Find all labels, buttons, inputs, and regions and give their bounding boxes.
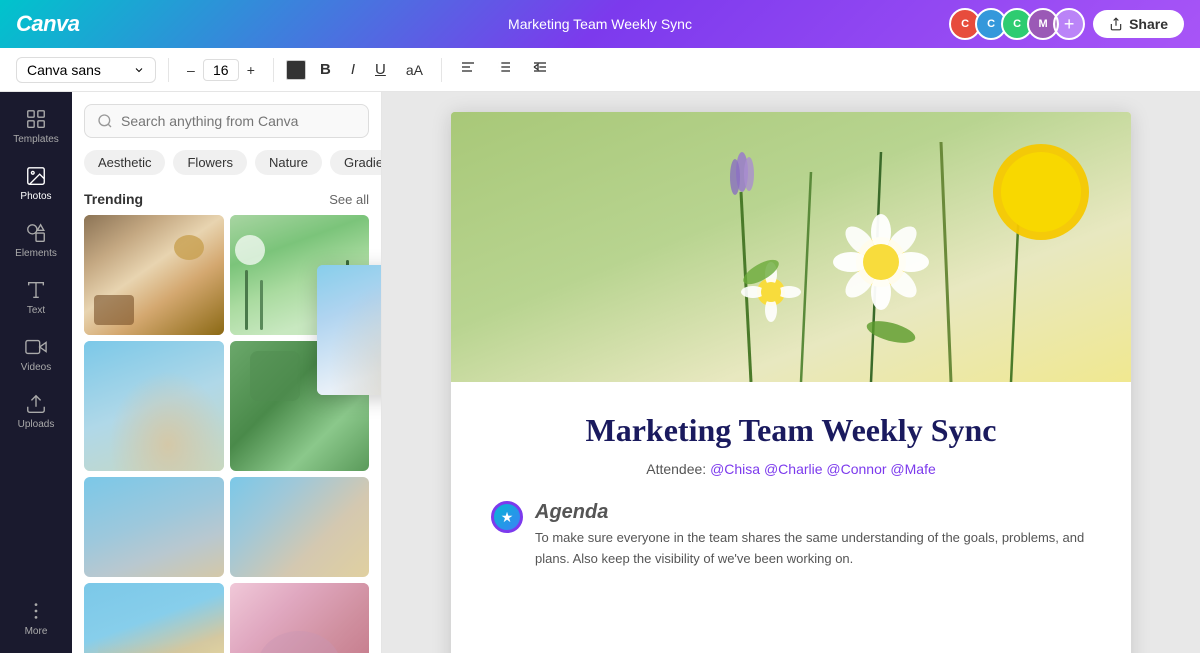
photo-yoga[interactable] bbox=[230, 583, 370, 653]
sidebar-item-photos[interactable]: Photos bbox=[4, 157, 68, 210]
chevron-down-icon bbox=[133, 64, 145, 76]
photos-panel: Aesthetic Flowers Nature Gradients › Tre… bbox=[72, 92, 382, 653]
agenda-icon: ★ bbox=[491, 501, 523, 533]
sidebar-label-uploads: Uploads bbox=[18, 419, 55, 430]
font-size-increase-button[interactable]: + bbox=[241, 58, 261, 82]
list-button[interactable] bbox=[490, 55, 518, 84]
italic-button[interactable]: I bbox=[345, 57, 361, 82]
sidebar-label-text: Text bbox=[27, 305, 45, 316]
slide-header-image bbox=[451, 112, 1131, 382]
list-icon bbox=[496, 59, 512, 75]
see-all-button[interactable]: See all bbox=[329, 192, 369, 207]
sidebar-item-templates[interactable]: Templates bbox=[4, 100, 68, 153]
share-button[interactable]: Share bbox=[1093, 10, 1184, 38]
dots-icon bbox=[25, 600, 47, 622]
floating-image-preview: Mafe bbox=[317, 265, 381, 395]
agenda-section: ★ Agenda To make sure everyone in the te… bbox=[491, 501, 1091, 570]
text-icon bbox=[25, 279, 47, 301]
attendee-label: Attendee: bbox=[646, 461, 706, 477]
divider-3 bbox=[441, 58, 442, 82]
photo-pampas[interactable] bbox=[84, 583, 224, 653]
video-icon bbox=[25, 336, 47, 358]
flower-svg bbox=[451, 112, 1131, 382]
sidebar-item-text[interactable]: Text bbox=[4, 271, 68, 324]
format-toolbar: Canva sans – + B I U aA bbox=[0, 48, 1200, 92]
filter-gradients[interactable]: Gradients bbox=[330, 150, 381, 175]
font-size-group: – + bbox=[181, 58, 261, 82]
divider-1 bbox=[168, 58, 169, 82]
sidebar-item-uploads[interactable]: Uploads bbox=[4, 385, 68, 438]
font-selector[interactable]: Canva sans bbox=[16, 57, 156, 83]
sidebar-label-photos: Photos bbox=[20, 191, 51, 202]
trending-title: Trending bbox=[84, 191, 143, 207]
agenda-content: Agenda To make sure everyone in the team… bbox=[535, 501, 1091, 570]
sidebar-item-videos[interactable]: Videos bbox=[4, 328, 68, 381]
photo-food[interactable] bbox=[84, 215, 224, 335]
sidebar-label-templates: Templates bbox=[13, 134, 59, 145]
align-left-icon bbox=[460, 59, 476, 75]
slide-attendee: Attendee: @Chisa @Charlie @Connor @Mafe bbox=[491, 461, 1091, 477]
document-title[interactable]: Marketing Team Weekly Sync bbox=[508, 16, 692, 32]
slide-canvas[interactable]: Marketing Team Weekly Sync Attendee: @Ch… bbox=[451, 112, 1131, 653]
filter-aesthetic[interactable]: Aesthetic bbox=[84, 150, 165, 175]
collaborator-avatars: C C C M + bbox=[949, 8, 1085, 40]
top-bar: Canva Marketing Team Weekly Sync C C C M… bbox=[0, 0, 1200, 48]
top-bar-right: C C C M + Share bbox=[949, 8, 1184, 40]
shapes-icon bbox=[25, 222, 47, 244]
photo-women-arms[interactable] bbox=[84, 341, 224, 471]
case-button[interactable]: aA bbox=[400, 58, 429, 82]
slide-content: Marketing Team Weekly Sync Attendee: @Ch… bbox=[451, 382, 1131, 616]
agenda-title: Agenda bbox=[535, 501, 1091, 524]
canvas-area[interactable]: Marketing Team Weekly Sync Attendee: @Ch… bbox=[382, 92, 1200, 653]
sidebar-item-more[interactable]: More bbox=[4, 592, 68, 645]
sidebar: Templates Photos Elements Text bbox=[0, 92, 72, 653]
filter-nature[interactable]: Nature bbox=[255, 150, 322, 175]
photo-women-sky[interactable] bbox=[84, 477, 224, 577]
upload-icon bbox=[25, 393, 47, 415]
sidebar-label-elements: Elements bbox=[15, 248, 57, 259]
sidebar-label-more: More bbox=[25, 626, 48, 637]
share-label: Share bbox=[1129, 16, 1168, 32]
font-size-decrease-button[interactable]: – bbox=[181, 58, 201, 82]
search-area bbox=[72, 92, 381, 150]
underline-button[interactable]: U bbox=[369, 57, 392, 82]
divider-2 bbox=[273, 58, 274, 82]
share-icon bbox=[1109, 17, 1123, 31]
grid-icon bbox=[25, 108, 47, 130]
filter-flowers[interactable]: Flowers bbox=[173, 150, 247, 175]
main-layout: Templates Photos Elements Text bbox=[0, 92, 1200, 653]
font-color-indicator[interactable] bbox=[286, 60, 306, 80]
bold-button[interactable]: B bbox=[314, 57, 337, 82]
canva-logo: Canva bbox=[16, 11, 80, 37]
attendee-mentions: @Chisa @Charlie @Connor @Mafe bbox=[710, 461, 936, 477]
search-input[interactable] bbox=[121, 113, 356, 129]
photo-icon bbox=[25, 165, 47, 187]
sidebar-item-elements[interactable]: Elements bbox=[4, 214, 68, 267]
add-collaborator-button[interactable]: + bbox=[1053, 8, 1085, 40]
sidebar-label-videos: Videos bbox=[21, 362, 51, 373]
indent-icon bbox=[532, 59, 548, 75]
font-name: Canva sans bbox=[27, 62, 129, 78]
indent-button[interactable] bbox=[526, 55, 554, 84]
align-left-button[interactable] bbox=[454, 55, 482, 84]
font-size-input[interactable] bbox=[203, 59, 239, 81]
search-box[interactable] bbox=[84, 104, 369, 138]
trending-header: Trending See all bbox=[72, 187, 381, 215]
search-icon bbox=[97, 113, 113, 129]
agenda-text: To make sure everyone in the team shares… bbox=[535, 528, 1091, 570]
photo-women-bikes[interactable] bbox=[230, 477, 370, 577]
filter-tags: Aesthetic Flowers Nature Gradients › bbox=[72, 150, 381, 187]
slide-title[interactable]: Marketing Team Weekly Sync bbox=[491, 412, 1091, 449]
